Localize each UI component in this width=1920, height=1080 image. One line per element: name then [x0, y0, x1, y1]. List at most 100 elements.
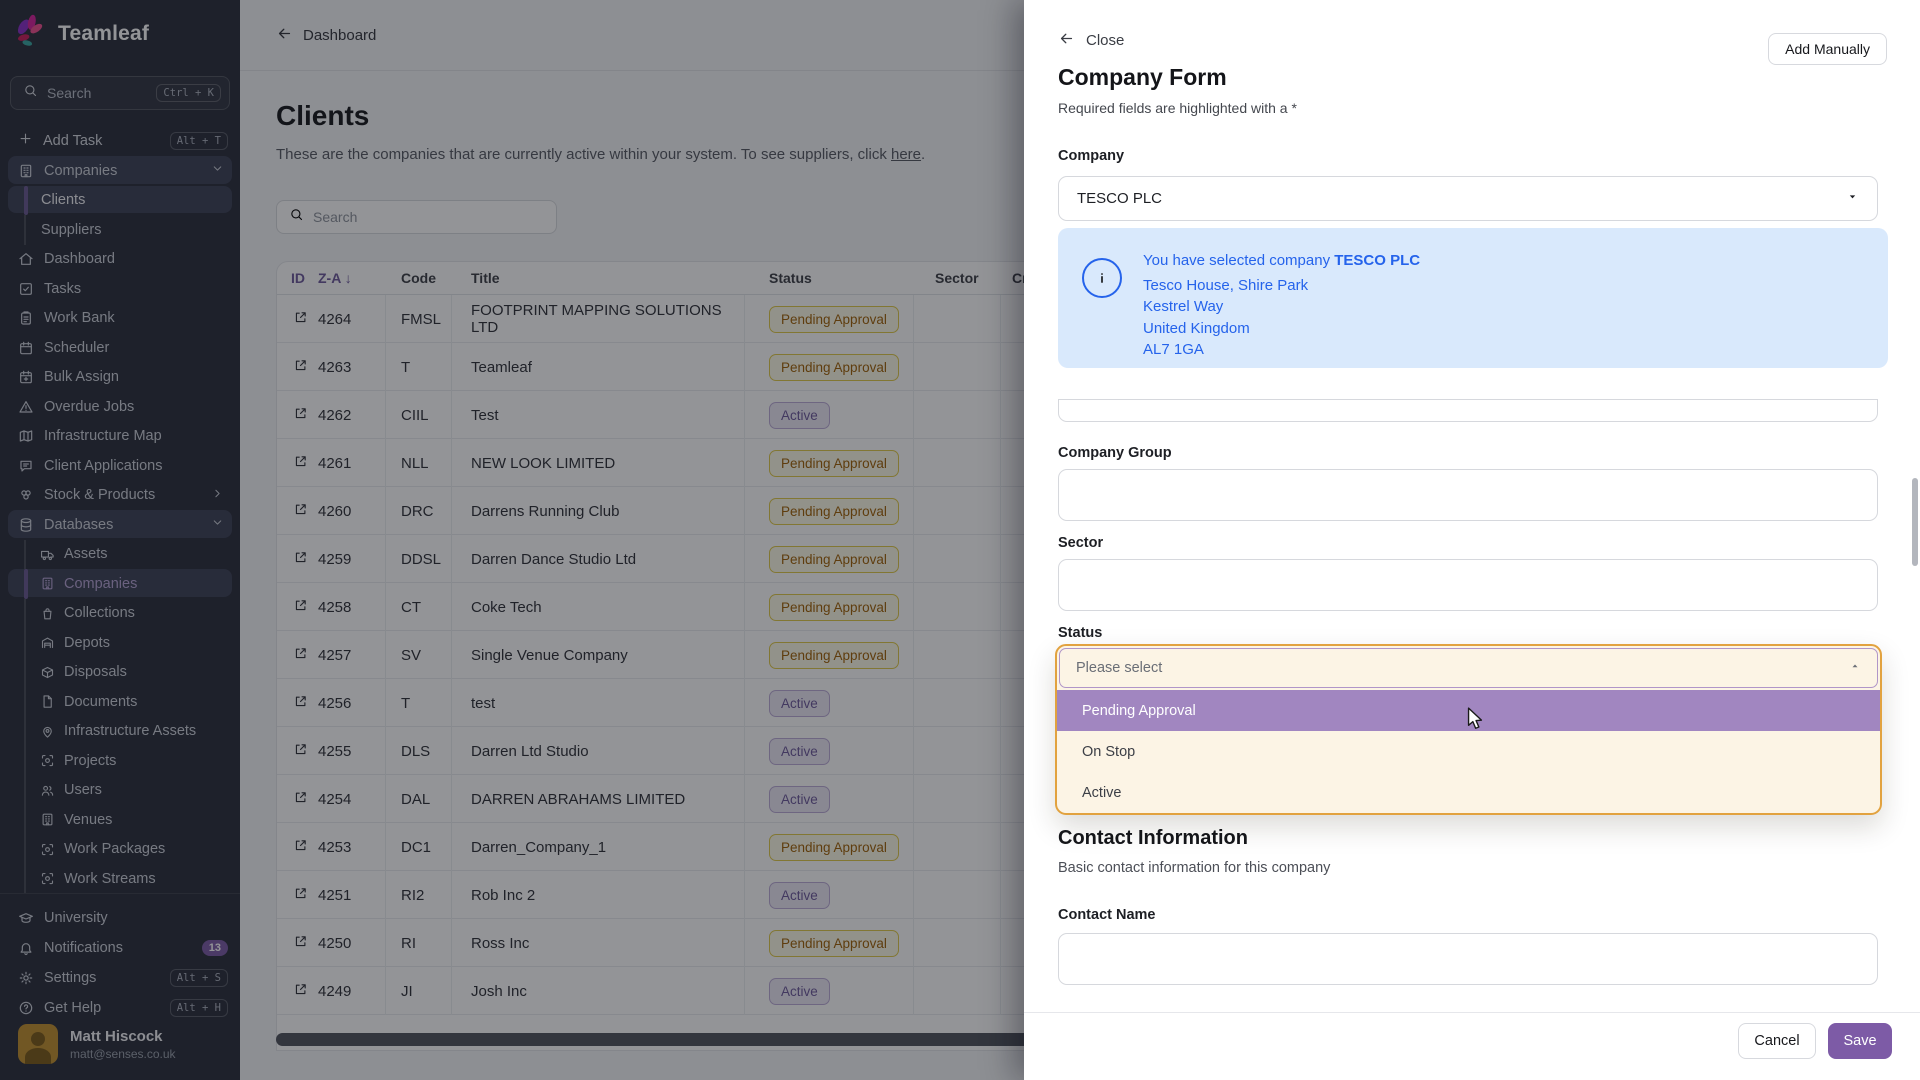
sidebar-item-dashboard[interactable]: Dashboard [0, 245, 240, 275]
external-link-icon[interactable] [293, 598, 308, 617]
company-select[interactable]: TESCO PLC [1058, 176, 1878, 221]
sidebar-item-infrastructure-map[interactable]: Infrastructure Map [0, 422, 240, 452]
save-button[interactable]: Save [1828, 1023, 1892, 1059]
sidebar-item-users[interactable]: Users [0, 776, 240, 806]
status-badge: Active [769, 690, 830, 717]
table-row[interactable]: 4260DRCDarrens Running ClubPending Appro… [277, 487, 1035, 535]
table-row[interactable]: 4261NLLNEW LOOK LIMITEDPending Approval [277, 439, 1035, 487]
table-row[interactable]: 4253DC1Darren_Company_1Pending Approval [277, 823, 1035, 871]
user-menu[interactable]: Matt Hiscock matt@senses.co.uk [0, 1024, 240, 1064]
sidebar-item-client-applications[interactable]: Client Applications [0, 451, 240, 481]
table-row[interactable]: 4264FMSLFOOTPRINT MAPPING SOLUTIONS LTDP… [277, 295, 1035, 343]
table-row[interactable]: 4249JIJosh IncActive [277, 967, 1035, 1015]
scrolled-field-partial[interactable] [1058, 399, 1878, 422]
cell-sector [914, 727, 1001, 775]
col-header-code[interactable]: Code [386, 270, 452, 286]
external-link-icon[interactable] [293, 790, 308, 809]
row-id: 4261 [318, 455, 351, 472]
sidebar-item-projects[interactable]: Projects [0, 746, 240, 776]
brand[interactable]: Teamleaf [12, 14, 149, 54]
add-manually-button[interactable]: Add Manually [1768, 33, 1887, 65]
table-search-input[interactable] [313, 209, 513, 225]
sidebar-item-overdue-jobs[interactable]: Overdue Jobs [0, 392, 240, 422]
col-header-id[interactable]: ID [291, 270, 305, 286]
table-row[interactable]: 4257SVSingle Venue CompanyPending Approv… [277, 631, 1035, 679]
suppliers-link[interactable]: here [891, 146, 921, 163]
table-row[interactable]: 4263TTeamleafPending Approval [277, 343, 1035, 391]
table-row[interactable]: 4262CIILTestActive [277, 391, 1035, 439]
sidebar-item-work-packages[interactable]: Work Packages [0, 835, 240, 865]
external-link-icon[interactable] [293, 358, 308, 377]
row-id: 4263 [318, 359, 351, 376]
external-link-icon[interactable] [293, 838, 308, 857]
sidebar-item-companies[interactable]: Companies [0, 156, 240, 186]
status-option-on-stop[interactable]: On Stop [1057, 731, 1880, 772]
sidebar-item-work-streams[interactable]: Work Streams [0, 864, 240, 893]
sidebar-item-databases[interactable]: Databases [0, 510, 240, 540]
sort-indicator[interactable]: Z-A ↓ [318, 270, 352, 286]
external-link-icon[interactable] [293, 742, 308, 761]
sidebar-item-university[interactable]: University [0, 903, 240, 933]
close-drawer-button[interactable]: Close [1058, 30, 1124, 51]
sidebar-item-documents[interactable]: Documents [0, 687, 240, 717]
table-search[interactable] [276, 200, 557, 234]
table-row[interactable]: 4251RI2Rob Inc 2Active [277, 871, 1035, 919]
external-link-icon[interactable] [293, 646, 308, 665]
company-group-input[interactable] [1058, 469, 1878, 521]
external-link-icon[interactable] [293, 406, 308, 425]
cell-sector [914, 871, 1001, 919]
package-icon [40, 665, 55, 680]
horizontal-scrollbar[interactable] [276, 1033, 1036, 1046]
sidebar-item-scheduler[interactable]: Scheduler [0, 333, 240, 363]
external-link-icon[interactable] [293, 502, 308, 521]
sidebar-search[interactable]: Search Ctrl + K [10, 76, 230, 110]
sidebar-item-get-help[interactable]: Get HelpAlt + H [0, 993, 240, 1023]
sector-input[interactable] [1058, 559, 1878, 611]
cancel-button[interactable]: Cancel [1738, 1023, 1816, 1059]
table-row[interactable]: 4256TtestActive [277, 679, 1035, 727]
external-link-icon[interactable] [293, 982, 308, 1001]
table-row[interactable]: 4255DLSDarren Ltd StudioActive [277, 727, 1035, 775]
sidebar-item-bulk-assign[interactable]: Bulk Assign [0, 363, 240, 393]
table-row[interactable]: 4259DDSLDarren Dance Studio LtdPending A… [277, 535, 1035, 583]
sidebar-add-task[interactable]: Add Task Alt + T [10, 128, 230, 154]
sidebar-item-settings[interactable]: SettingsAlt + S [0, 963, 240, 993]
search-icon [289, 207, 304, 227]
sidebar-item-companies[interactable]: Companies [0, 569, 240, 599]
external-link-icon[interactable] [293, 886, 308, 905]
external-link-icon[interactable] [293, 934, 308, 953]
contact-name-input[interactable] [1058, 933, 1878, 985]
clients-table: ID Z-A ↓ Code Title Status Sector Cr 426… [276, 261, 1036, 1051]
status-option-active[interactable]: Active [1057, 772, 1880, 813]
back-to-dashboard[interactable]: Dashboard [276, 25, 376, 46]
sidebar-item-collections[interactable]: Collections [0, 599, 240, 629]
drawer-scrollbar[interactable] [1912, 478, 1918, 566]
sidebar-item-stock-products[interactable]: Stock & Products [0, 481, 240, 511]
file-icon [40, 694, 55, 709]
sidebar-item-suppliers[interactable]: Suppliers [0, 215, 240, 245]
sidebar-item-disposals[interactable]: Disposals [0, 658, 240, 688]
sidebar-item-tasks[interactable]: Tasks [0, 274, 240, 304]
col-header-title[interactable]: Title [452, 270, 745, 286]
sidebar-item-clients[interactable]: Clients [0, 186, 240, 216]
status-option-pending-approval[interactable]: Pending Approval [1057, 690, 1880, 731]
sidebar-item-label: Scheduler [44, 340, 240, 356]
sidebar-item-notifications[interactable]: Notifications13 [0, 933, 240, 963]
col-header-status[interactable]: Status [745, 270, 914, 286]
col-header-sector[interactable]: Sector [914, 270, 1001, 286]
sidebar-item-work-bank[interactable]: Work Bank [0, 304, 240, 334]
sidebar-item-assets[interactable]: Assets [0, 540, 240, 570]
external-link-icon[interactable] [293, 694, 308, 713]
table-row[interactable]: 4258CTCoke TechPending Approval [277, 583, 1035, 631]
external-link-icon[interactable] [293, 310, 308, 329]
table-row[interactable]: 4254DALDARREN ABRAHAMS LIMITEDActive [277, 775, 1035, 823]
sidebar-item-infrastructure-assets[interactable]: Infrastructure Assets [0, 717, 240, 747]
sidebar-item-venues[interactable]: Venues [0, 805, 240, 835]
external-link-icon[interactable] [293, 550, 308, 569]
sidebar-item-label: Client Applications [44, 458, 240, 474]
table-row[interactable]: 4250RIRoss IncPending Approval [277, 919, 1035, 967]
status-badge: Active [769, 738, 830, 765]
status-select[interactable]: Please select [1059, 648, 1878, 688]
sidebar-item-depots[interactable]: Depots [0, 628, 240, 658]
external-link-icon[interactable] [293, 454, 308, 473]
